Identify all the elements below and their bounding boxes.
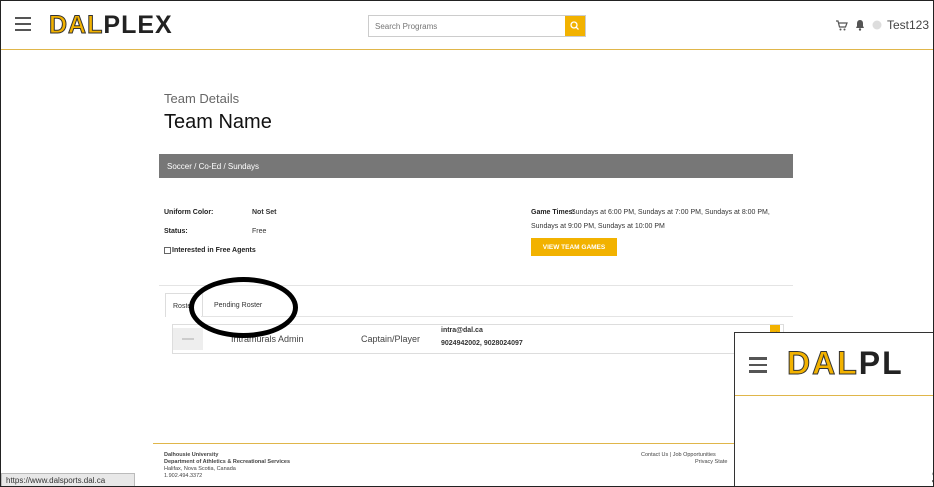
status-value: Free: [252, 228, 267, 235]
bell-icon[interactable]: [855, 19, 865, 31]
circle-annotation: [189, 277, 298, 338]
footer-address: Halifax, Nova Scotia, Canada: [164, 466, 236, 472]
user-name[interactable]: Test123: [887, 18, 929, 32]
game-times-line2: Sundays at 9:00 PM, Sundays at 10:00 PM: [531, 223, 665, 230]
footer-phone: 1.902.494.3372: [164, 473, 203, 479]
game-times-label: Game Times:: [531, 209, 575, 216]
page-subtitle: Team Details: [164, 91, 240, 106]
member-email[interactable]: intra@dal.ca: [441, 327, 483, 334]
footer-links[interactable]: Contact Us | Job Opportunities: [641, 452, 716, 459]
search-button[interactable]: [565, 16, 585, 36]
league-label: Soccer / Co-Ed / Sundays: [167, 162, 260, 171]
search-input[interactable]: [369, 16, 565, 36]
page-title: Team Name: [164, 111, 272, 133]
member-role: Captain/Player: [361, 334, 421, 344]
uniform-color-label: Uniform Color:: [164, 209, 214, 216]
user-avatar-icon[interactable]: [872, 20, 882, 30]
uniform-color-value: Not Set: [252, 209, 277, 216]
search-box: [368, 15, 586, 37]
footer-privacy-link[interactable]: Privacy State: [695, 459, 727, 466]
browser-frame: DALPLEX Test123 Team Details Team Name: [0, 0, 934, 487]
menu-icon[interactable]: [15, 17, 31, 31]
footer-department: Department of Athletics & Recreational S…: [164, 459, 291, 465]
browser-status-url: https://www.dalsports.dal.ca: [1, 473, 135, 486]
footer-divider: [153, 443, 793, 444]
inset-divider: [735, 395, 933, 396]
menu-icon: [749, 357, 767, 373]
status-label: Status:: [164, 228, 188, 235]
footer-university: Dalhousie University: [164, 452, 219, 458]
member-phones: 9024942002, 9028024097: [441, 340, 523, 347]
dalplex-logo-zoomed: DALPL: [787, 345, 904, 381]
zoomed-inset-panel: DALPL T S: [734, 332, 933, 486]
cart-icon[interactable]: [836, 20, 848, 31]
game-times-line1: Sundays at 6:00 PM, Sundays at 7:00 PM, …: [571, 209, 770, 216]
avatar: [173, 328, 203, 350]
free-agents-checkbox[interactable]: [164, 247, 171, 254]
search-icon: [570, 21, 579, 30]
top-navigation-bar: DALPLEX Test123: [1, 1, 933, 50]
free-agents-label: Interested in Free Agents: [172, 247, 256, 254]
dalplex-logo[interactable]: DALPLEX: [48, 12, 173, 38]
view-team-games-button[interactable]: VIEW TEAM GAMES: [531, 238, 617, 256]
league-bar: Soccer / Co-Ed / Sundays: [159, 154, 793, 178]
